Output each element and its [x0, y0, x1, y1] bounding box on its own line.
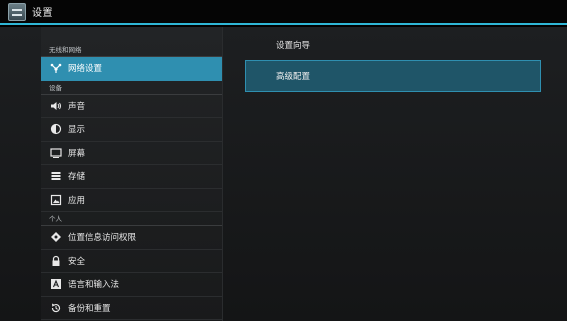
- sidebar: 无线和网络 网络设置 设备 声音 显示 屏幕 存储 应用 个人 位置信息访问权限…: [41, 27, 222, 321]
- settings-app-icon[interactable]: [8, 2, 26, 21]
- sidebar-item-label: 语言和输入法: [68, 280, 120, 291]
- window-title: 设置: [32, 8, 53, 19]
- sidebar-item-location[interactable]: 位置信息访问权限: [41, 226, 222, 250]
- section-header-wireless: 无线和网络: [41, 43, 222, 57]
- sidebar-item-backup[interactable]: 备份和重置: [41, 297, 222, 320]
- brightness-icon: [50, 123, 62, 135]
- sidebar-item-language[interactable]: 语言和输入法: [41, 273, 222, 297]
- sidebar-item-storage[interactable]: 存储: [41, 165, 222, 189]
- backup-icon: [50, 302, 62, 314]
- location-icon: [50, 231, 62, 243]
- advanced-config-label: 高级配置: [276, 72, 311, 82]
- sidebar-item-label: 存储: [68, 172, 86, 183]
- content-pane: 设置向导 高级配置: [223, 27, 567, 321]
- sidebar-item-label: 备份和重置: [68, 303, 111, 314]
- section-header-device: 设备: [41, 81, 222, 95]
- sidebar-item-display[interactable]: 显示: [41, 118, 222, 142]
- lock-icon: [50, 255, 62, 267]
- sidebar-item-label: 屏幕: [68, 148, 86, 159]
- sidebar-item-screen[interactable]: 屏幕: [41, 142, 222, 165]
- main-area: 无线和网络 网络设置 设备 声音 显示 屏幕 存储 应用 个人 位置信息访问权限…: [0, 27, 567, 321]
- sidebar-item-network[interactable]: 网络设置: [41, 57, 222, 81]
- language-icon: [50, 278, 62, 290]
- storage-icon: [50, 170, 62, 182]
- monitor-icon: [50, 147, 62, 159]
- sidebar-item-label: 声音: [68, 101, 86, 112]
- section-header-personal: 个人: [41, 212, 222, 226]
- title-bar: 设置: [0, 0, 567, 25]
- speaker-icon: [50, 100, 62, 112]
- sidebar-item-label: 显示: [68, 125, 86, 136]
- sidebar-item-security[interactable]: 安全: [41, 250, 222, 273]
- sidebar-item-apps[interactable]: 应用: [41, 189, 222, 212]
- advanced-config-item[interactable]: 高级配置: [245, 60, 541, 92]
- sidebar-item-label: 位置信息访问权限: [68, 233, 137, 244]
- sidebar-item-label: 网络设置: [68, 64, 103, 75]
- sidebar-item-label: 安全: [68, 256, 86, 267]
- apps-icon: [50, 194, 62, 206]
- sidebar-item-sound[interactable]: 声音: [41, 95, 222, 118]
- setup-wizard-item[interactable]: 设置向导: [276, 39, 310, 51]
- network-icon: [50, 62, 62, 74]
- sidebar-item-label: 应用: [68, 195, 86, 206]
